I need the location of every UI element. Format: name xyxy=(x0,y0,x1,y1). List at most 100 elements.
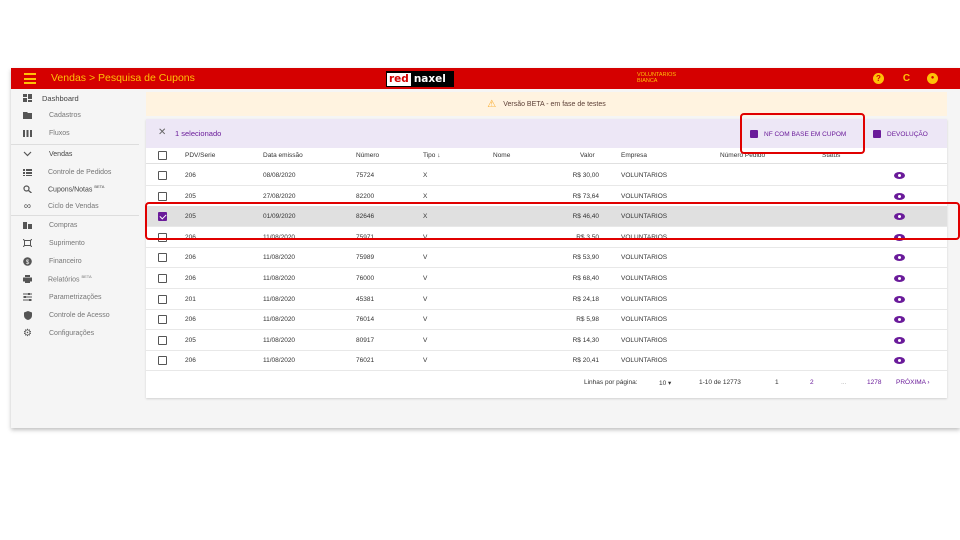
sidebar-item-relatorios[interactable]: Relatórios BETA xyxy=(11,270,139,288)
next-page-button[interactable]: PRÓXIMA › xyxy=(896,379,930,386)
col-pdv[interactable]: PDV/Serie xyxy=(185,152,215,159)
row-checkbox[interactable] xyxy=(158,356,167,366)
return-icon xyxy=(873,130,881,138)
sidebar-item-label: Cadastros xyxy=(49,111,81,119)
logo-red: red xyxy=(387,72,411,86)
money-icon: $ xyxy=(23,256,32,266)
view-icon[interactable] xyxy=(894,357,905,365)
gear-icon: ⚙ xyxy=(23,327,32,339)
cell-numero: 75724 xyxy=(356,172,375,179)
row-checkbox[interactable] xyxy=(158,315,167,325)
cell-pdv: 201 xyxy=(185,295,196,303)
col-data[interactable]: Data emissão xyxy=(263,152,303,159)
chevron-down-icon xyxy=(23,150,32,158)
cell-numero: 75989 xyxy=(356,254,375,262)
clear-selection-icon[interactable]: ✕ xyxy=(158,127,166,138)
col-nome[interactable]: Nome xyxy=(493,152,510,159)
col-valor[interactable]: Valor xyxy=(580,152,595,159)
sidebar-item-vendas[interactable]: Vendas xyxy=(11,145,139,163)
folder-icon xyxy=(23,111,32,119)
row-checkbox[interactable] xyxy=(158,274,167,283)
view-icon[interactable] xyxy=(894,172,905,179)
cell-numero: 76000 xyxy=(356,275,375,282)
refresh-icon[interactable]: C xyxy=(901,73,912,84)
cell-numero: 76014 xyxy=(356,316,375,324)
page-1[interactable]: 1 xyxy=(775,379,779,386)
infinity-icon: ∞ xyxy=(23,200,32,212)
row-checkbox[interactable] xyxy=(158,253,167,263)
logo: red naxel xyxy=(386,71,454,87)
table-row[interactable]: 205 11/08/2020 80917 V R$ 14,30 VOLUNTARIOS xyxy=(146,330,947,351)
cell-pdv: 206 xyxy=(185,275,196,282)
sidebar-item-dashboard[interactable]: Dashboard xyxy=(11,89,139,107)
cell-pdv: 206 xyxy=(185,254,196,262)
row-checkbox[interactable] xyxy=(158,191,167,201)
view-icon[interactable] xyxy=(894,192,905,200)
highlight-selected-row xyxy=(145,202,960,240)
cell-data: 11/08/2020 xyxy=(263,357,296,365)
sidebar-item-suprimento[interactable]: Suprimento xyxy=(11,234,139,252)
view-icon[interactable] xyxy=(894,336,905,344)
sidebar-item-controle-acesso[interactable]: Controle de Acesso xyxy=(11,306,139,324)
rows-per-page-select[interactable]: 10 ▾ xyxy=(659,379,671,387)
cell-tipo: V xyxy=(423,275,428,282)
sidebar-item-parametrizacoes[interactable]: Parametrizações xyxy=(11,288,139,306)
view-icon[interactable] xyxy=(894,254,905,262)
cell-data: 11/08/2020 xyxy=(263,316,296,324)
sidebar-item-ciclo-vendas[interactable]: ∞ Ciclo de Vendas xyxy=(11,197,139,215)
cell-valor: R$ 5,98 xyxy=(576,316,599,324)
cell-empresa: VOLUNTARIOS xyxy=(621,254,668,262)
cell-valor: R$ 53,90 xyxy=(572,254,599,262)
sidebar-item-label: Vendas xyxy=(49,150,73,158)
row-checkbox[interactable] xyxy=(158,294,167,304)
sidebar-item-cadastros[interactable]: Cadastros xyxy=(11,106,139,124)
columns-icon xyxy=(23,129,32,137)
sidebar-item-label: Parametrizações xyxy=(49,293,102,301)
sidebar-item-label: Fluxos xyxy=(49,129,70,137)
col-empresa[interactable]: Empresa xyxy=(621,152,647,159)
cell-empresa: VOLUNTARIOS xyxy=(621,316,668,324)
cell-empresa: VOLUNTARIOS xyxy=(621,357,668,365)
sidebar-item-label: Ciclo de Vendas xyxy=(48,202,99,210)
sidebar-item-controle-pedidos[interactable]: Controle de Pedidos xyxy=(11,163,139,181)
devolucao-button[interactable]: DEVOLUÇÃO xyxy=(873,130,928,138)
devolucao-label: DEVOLUÇÃO xyxy=(887,130,928,138)
row-checkbox[interactable] xyxy=(158,171,167,180)
table-row[interactable]: 201 11/08/2020 45381 V R$ 24,18 VOLUNTARIOS xyxy=(146,289,947,310)
table-row[interactable]: 206 11/08/2020 75989 V R$ 53,90 VOLUNTARIOS xyxy=(146,247,947,269)
menu-icon[interactable] xyxy=(24,73,36,84)
account-icon[interactable]: ● xyxy=(927,73,938,84)
sidebar-item-label: Controle de Acesso xyxy=(49,311,110,319)
sidebar-item-label: Configurações xyxy=(49,329,95,337)
select-all-checkbox[interactable] xyxy=(158,151,167,160)
page-2[interactable]: 2 xyxy=(810,379,814,386)
sidebar-item-fluxos[interactable]: Fluxos xyxy=(11,124,139,142)
view-icon[interactable] xyxy=(894,295,905,303)
view-icon[interactable] xyxy=(894,316,905,324)
logo-naxel: naxel xyxy=(413,73,446,85)
col-tipo[interactable]: Tipo ↓ xyxy=(423,152,440,159)
table-row[interactable]: 206 08/08/2020 75724 X R$ 30,00 VOLUNTARIOS xyxy=(146,165,947,186)
beta-badge: BETA xyxy=(81,274,92,280)
table-row[interactable]: 206 11/08/2020 76014 V R$ 5,98 VOLUNTARIOS xyxy=(146,309,947,331)
row-checkbox[interactable] xyxy=(158,335,167,345)
cell-tipo: X xyxy=(423,192,428,200)
sidebar-item-configuracoes[interactable]: ⚙ Configurações xyxy=(11,324,139,342)
sidebar-item-cupons-notas[interactable]: Cupons/Notas BETA xyxy=(11,180,139,198)
cell-empresa: VOLUNTARIOS xyxy=(621,336,668,344)
table-row[interactable]: 206 11/08/2020 76021 V R$ 20,41 VOLUNTARIOS xyxy=(146,350,947,372)
warning-icon: ⚠ xyxy=(487,98,497,110)
view-icon[interactable] xyxy=(894,275,905,282)
sidebar-item-label: Relatórios BETA xyxy=(48,274,92,284)
page-last[interactable]: 1278 xyxy=(867,379,881,386)
cell-data: 08/08/2020 xyxy=(263,172,296,179)
cell-data: 11/08/2020 xyxy=(263,254,296,262)
cell-valor: R$ 30,00 xyxy=(572,172,599,179)
cell-tipo: X xyxy=(423,172,428,179)
col-numero[interactable]: Número xyxy=(356,152,379,159)
sidebar-item-compras[interactable]: Compras xyxy=(11,216,139,234)
cell-tipo: V xyxy=(423,316,428,324)
sidebar-item-financeiro[interactable]: $ Financeiro xyxy=(11,252,139,270)
help-icon[interactable]: ? xyxy=(873,73,884,84)
table-row[interactable]: 206 11/08/2020 76000 V R$ 68,40 VOLUNTARIOS xyxy=(146,268,947,289)
